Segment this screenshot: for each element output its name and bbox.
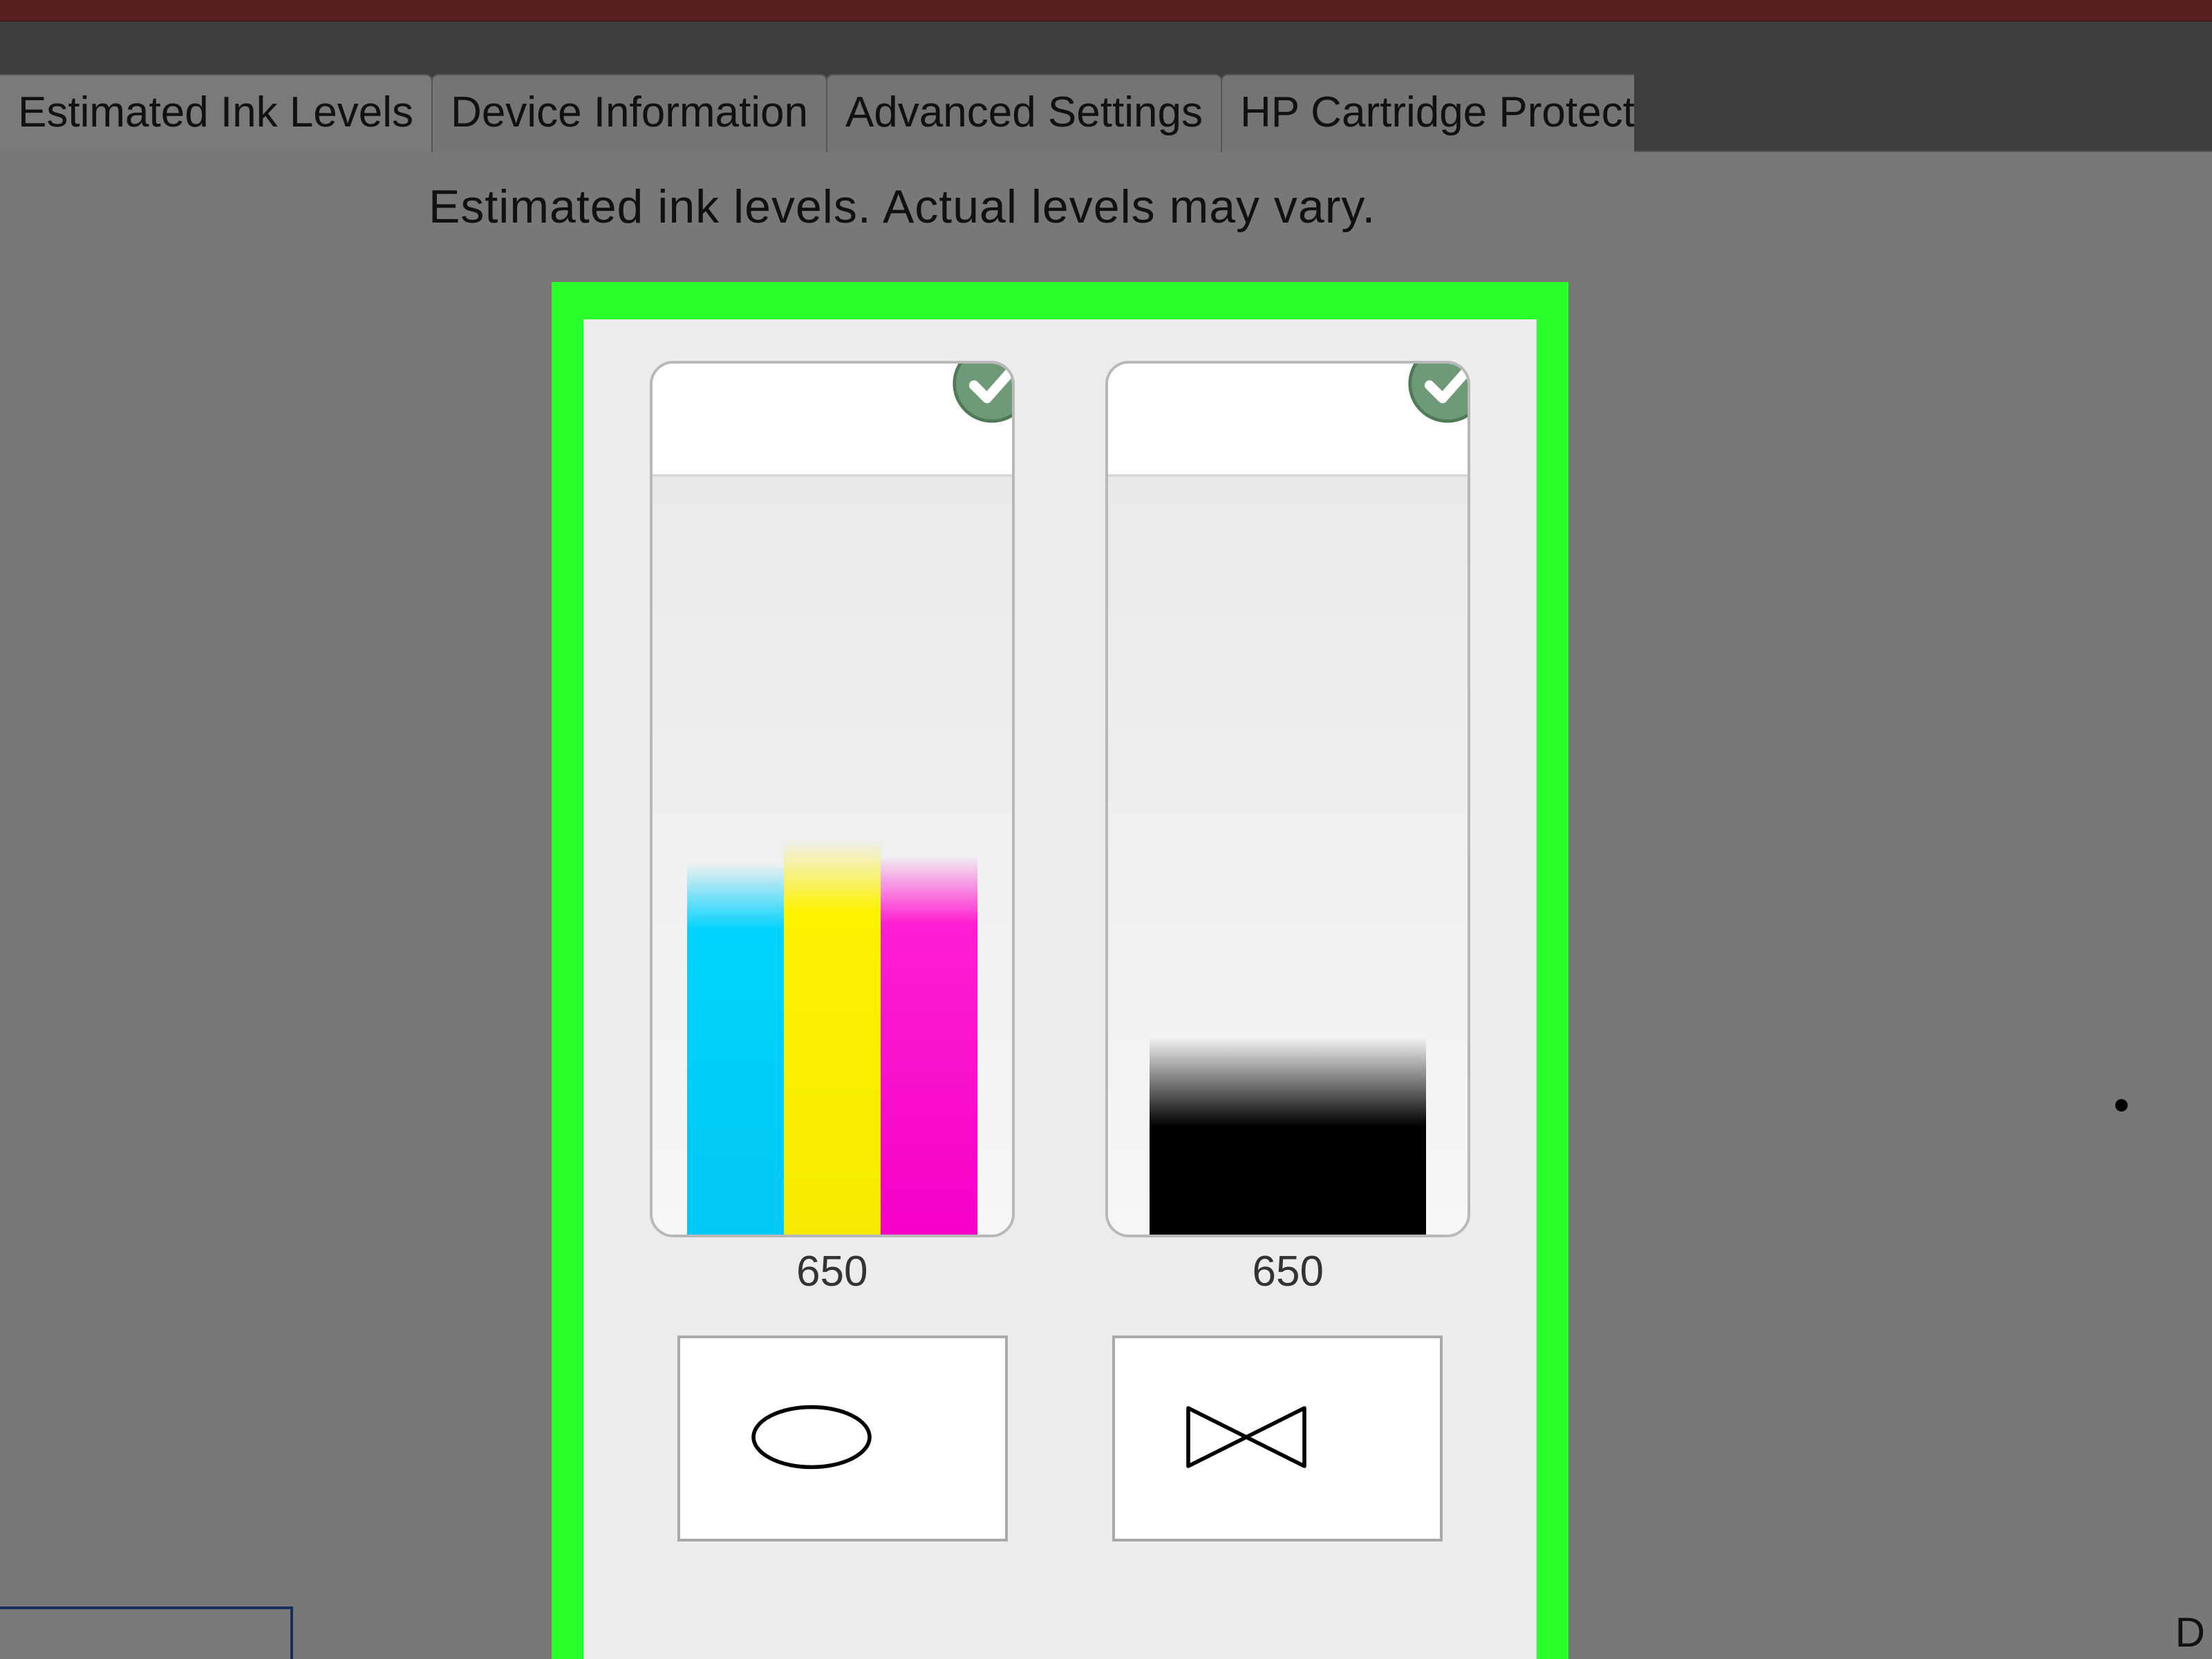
tricolor-ink-bars	[687, 477, 977, 1235]
color-cartridge-number: 650	[796, 1247, 868, 1296]
bowtie-icon	[1174, 1394, 1381, 1484]
gauge-body	[653, 477, 1012, 1235]
color-cartridge-gauge	[650, 361, 1015, 1237]
cartridge-black: 650	[1105, 361, 1471, 1296]
tab-hp-cartridge-protection[interactable]: HP Cartridge Protectio	[1221, 74, 1634, 152]
gauge-body	[1108, 477, 1468, 1235]
ink-fill-yellow	[784, 841, 881, 1235]
ink-bar-magenta	[881, 477, 977, 1235]
ink-bar-cyan	[687, 477, 784, 1235]
window-titlebar	[0, 0, 2212, 21]
ink-fill-cyan	[687, 863, 784, 1235]
black-cartridge-number: 650	[1253, 1247, 1324, 1296]
ink-levels-subtitle: Estimated ink levels. Actual levels may …	[429, 180, 1376, 234]
black-cartridge-gauge	[1105, 361, 1470, 1237]
cartridge-row: 650 650	[583, 361, 1537, 1296]
ink-levels-panel: 650 650	[583, 319, 1537, 1659]
tab-advanced-settings[interactable]: Advanced Settings	[826, 74, 1222, 152]
tab-device-information[interactable]: Device Information	[431, 74, 827, 152]
status-ok-icon	[1407, 361, 1470, 424]
ink-levels-highlight: 650 650	[552, 282, 1568, 1659]
black-cartridge-indicator[interactable]	[1112, 1335, 1443, 1541]
ink-fill-magenta	[881, 856, 977, 1235]
status-ok-icon	[951, 361, 1015, 424]
tab-estimated-ink-levels[interactable]: Estimated Ink Levels	[0, 74, 433, 152]
color-cartridge-indicator[interactable]	[677, 1335, 1008, 1541]
ink-bar-yellow	[784, 477, 881, 1235]
cartridge-indicator-row	[583, 1335, 1537, 1541]
tab-strip: Estimated Ink Levels Device Information …	[0, 62, 2212, 152]
ellipse-icon	[739, 1394, 946, 1484]
bottom-left-panel-edge	[0, 1606, 293, 1659]
ink-fill-black	[1150, 1038, 1426, 1235]
cartridge-color: 650	[649, 361, 1015, 1296]
decorative-dot	[2115, 1099, 2128, 1112]
bottom-right-text-fragment: D	[2175, 1609, 2205, 1656]
